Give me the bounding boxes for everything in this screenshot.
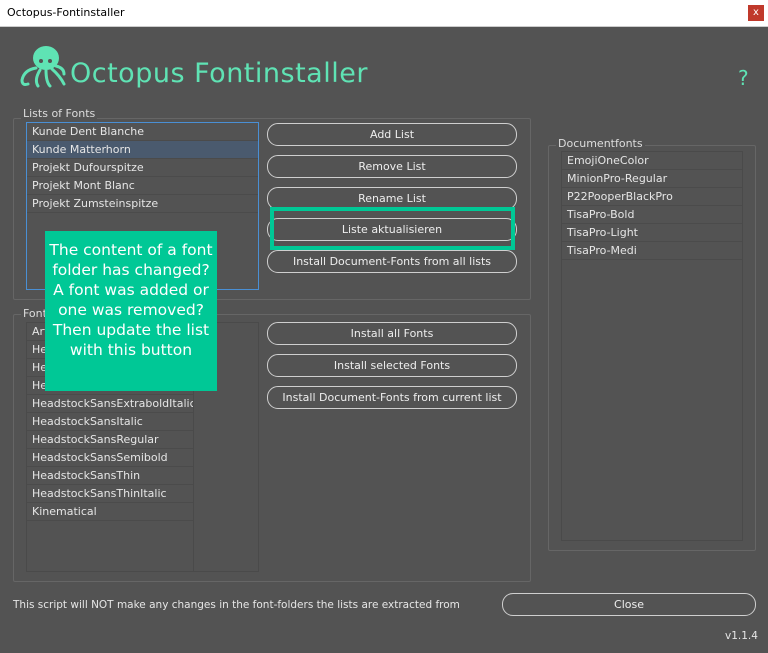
documentfont-item[interactable]: TisaPro-Bold (562, 206, 742, 224)
octopus-logo-icon (20, 46, 66, 88)
list-item[interactable]: Projekt Zumsteinspitze (27, 195, 258, 213)
documentfont-item[interactable]: MinionPro-Regular (562, 170, 742, 188)
list-item[interactable]: Projekt Dufourspitze (27, 159, 258, 177)
version-label: v1.1.4 (725, 630, 758, 642)
list-item[interactable]: Kunde Dent Blanche (27, 123, 258, 141)
font-item[interactable]: Kinematical (27, 503, 193, 521)
highlight-frame (270, 207, 515, 250)
font-item[interactable]: HeadstockSansRegular (27, 431, 193, 449)
documentfonts-listbox[interactable]: EmojiOneColor MinionPro-Regular P22PooperB… (561, 151, 743, 541)
remove-list-button[interactable]: Remove List (267, 155, 517, 178)
documentfonts-label: Documentfonts (556, 137, 645, 150)
font-item[interactable]: HeadstockSansThin (27, 467, 193, 485)
title-bar: Octopus-Fontinstaller x (0, 0, 768, 27)
footer-note: This script will NOT make any changes in… (13, 599, 460, 611)
documentfont-item[interactable]: TisaPro-Light (562, 224, 742, 242)
font-item[interactable]: HeadstockSansExtraboldItalic (27, 395, 193, 413)
install-docfonts-all-button[interactable]: Install Document-Fonts from all lists (267, 250, 517, 273)
help-button[interactable]: ? (738, 66, 749, 90)
window-title: Octopus-Fontinstaller (7, 6, 125, 19)
list-item[interactable]: Kunde Matterhorn (27, 141, 258, 159)
documentfont-item[interactable]: EmojiOneColor (562, 152, 742, 170)
tooltip-callout: The content of a font folder has changed… (45, 231, 217, 391)
add-list-button[interactable]: Add List (267, 123, 517, 146)
documentfont-item[interactable]: TisaPro-Medi (562, 242, 742, 260)
app-title: Octopus Fontinstaller (70, 58, 368, 89)
font-item[interactable]: HeadstockSansThinItalic (27, 485, 193, 503)
install-docfonts-current-button[interactable]: Install Document-Fonts from current list (267, 386, 517, 409)
lists-label: Lists of Fonts (21, 107, 98, 120)
list-item[interactable]: Projekt Mont Blanc (27, 177, 258, 195)
font-item[interactable]: HeadstockSansSemibold (27, 449, 193, 467)
install-all-fonts-button[interactable]: Install all Fonts (267, 322, 517, 345)
close-button[interactable]: Close (502, 593, 756, 616)
window-close-button[interactable]: x (748, 5, 764, 21)
documentfont-item[interactable]: P22PooperBlackPro (562, 188, 742, 206)
font-item[interactable]: HeadstockSansItalic (27, 413, 193, 431)
install-selected-fonts-button[interactable]: Install selected Fonts (267, 354, 517, 377)
